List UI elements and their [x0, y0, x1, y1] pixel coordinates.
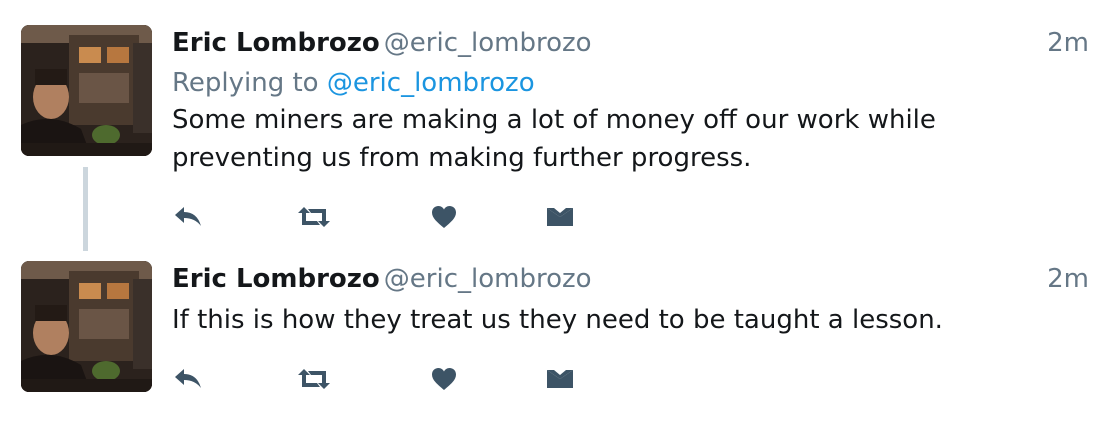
tweet-text-line: If this is how they treat us they need t…	[172, 305, 943, 335]
tweet-text-line: Some miners are making a lot of money of…	[172, 105, 936, 135]
tweet-2[interactable]: Eric Lombrozo @eric_lombrozo 2m If this i…	[0, 261, 1109, 401]
tweet-content: Eric Lombrozo @eric_lombrozo 2m If this i…	[172, 261, 1089, 399]
message-button[interactable]	[540, 359, 580, 399]
message-button[interactable]	[540, 197, 580, 237]
like-button[interactable]	[424, 197, 464, 237]
retweet-button[interactable]	[294, 359, 334, 399]
envelope-icon	[547, 208, 573, 226]
envelope-icon	[547, 370, 573, 388]
tweet-header: Eric Lombrozo @eric_lombrozo 2m	[172, 261, 1089, 301]
avatar[interactable]	[21, 261, 152, 392]
tweet-text: Some miners are making a lot of money of…	[172, 101, 1089, 177]
tweet-actions	[172, 197, 1089, 237]
reply-icon	[175, 369, 201, 388]
avatar-photo	[21, 261, 152, 392]
timestamp[interactable]: 2m	[1047, 261, 1089, 297]
tweet-header: Eric Lombrozo @eric_lombrozo 2m	[172, 25, 1089, 65]
author-name[interactable]: Eric Lombrozo	[172, 28, 380, 58]
reply-button[interactable]	[168, 197, 208, 237]
retweet-icon	[298, 207, 330, 227]
heart-icon	[432, 206, 456, 228]
tweet-text: If this is how they treat us they need t…	[172, 301, 1089, 339]
reply-icon	[175, 207, 201, 226]
avatar[interactable]	[21, 25, 152, 156]
like-button[interactable]	[424, 359, 464, 399]
replying-to-mention[interactable]: @eric_lombrozo	[327, 68, 535, 98]
author-name[interactable]: Eric Lombrozo	[172, 264, 380, 294]
retweet-icon	[298, 369, 330, 389]
tweet-1[interactable]: Eric Lombrozo @eric_lombrozo 2m Replying …	[0, 25, 1109, 240]
author-handle[interactable]: @eric_lombrozo	[384, 28, 592, 58]
tweet-content: Eric Lombrozo @eric_lombrozo 2m Replying …	[172, 25, 1089, 237]
reply-button[interactable]	[168, 359, 208, 399]
replying-to: Replying to @eric_lombrozo	[172, 65, 1089, 101]
author-handle[interactable]: @eric_lombrozo	[384, 264, 592, 294]
tweet-actions	[172, 359, 1089, 399]
replying-to-label: Replying to	[172, 68, 319, 98]
tweet-text-line: preventing us from making further progre…	[172, 143, 752, 173]
timestamp[interactable]: 2m	[1047, 25, 1089, 61]
heart-icon	[432, 368, 456, 390]
avatar-photo	[21, 25, 152, 156]
retweet-button[interactable]	[294, 197, 334, 237]
